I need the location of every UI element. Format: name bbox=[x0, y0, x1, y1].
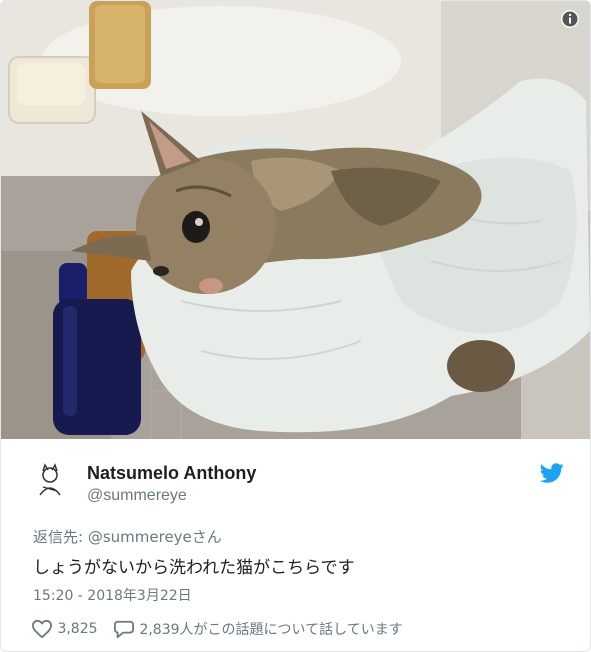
like-count: 3,825 bbox=[57, 621, 98, 637]
wet-cat-photo bbox=[1, 1, 590, 439]
author-avatar[interactable] bbox=[31, 461, 69, 499]
info-icon[interactable] bbox=[560, 9, 580, 29]
reply-action[interactable]: 2,839人がこの話題について話しています bbox=[113, 619, 403, 639]
twitter-bird-icon[interactable] bbox=[540, 461, 564, 485]
tweet-card: Natsumelo Anthony @summereye 返信先: @summe… bbox=[0, 0, 591, 652]
tweet-timestamp[interactable]: 15:20 - 2018年3月22日 bbox=[33, 585, 192, 605]
heart-icon bbox=[31, 619, 52, 639]
avatar-drawing-icon bbox=[31, 461, 69, 499]
reply-prefix: 返信先: bbox=[33, 528, 84, 546]
reply-mention-link[interactable]: @summereye bbox=[88, 528, 192, 546]
author-name[interactable]: Natsumelo Anthony bbox=[87, 463, 256, 484]
author-handle[interactable]: @summereye bbox=[87, 487, 187, 505]
reply-count-text: 2,839人がこの話題について話しています bbox=[139, 622, 403, 638]
tweet-text: しょうがないから洗われた猫がこちらです bbox=[33, 558, 355, 578]
tweet-header: Natsumelo Anthony @summereye bbox=[1, 439, 590, 511]
reply-suffix: さん bbox=[191, 528, 222, 546]
reply-context: 返信先: @summereyeさん bbox=[33, 526, 222, 547]
like-action[interactable]: 3,825 bbox=[31, 619, 98, 639]
reply-bubble-icon bbox=[114, 620, 134, 639]
tweet-photo[interactable] bbox=[1, 1, 590, 439]
